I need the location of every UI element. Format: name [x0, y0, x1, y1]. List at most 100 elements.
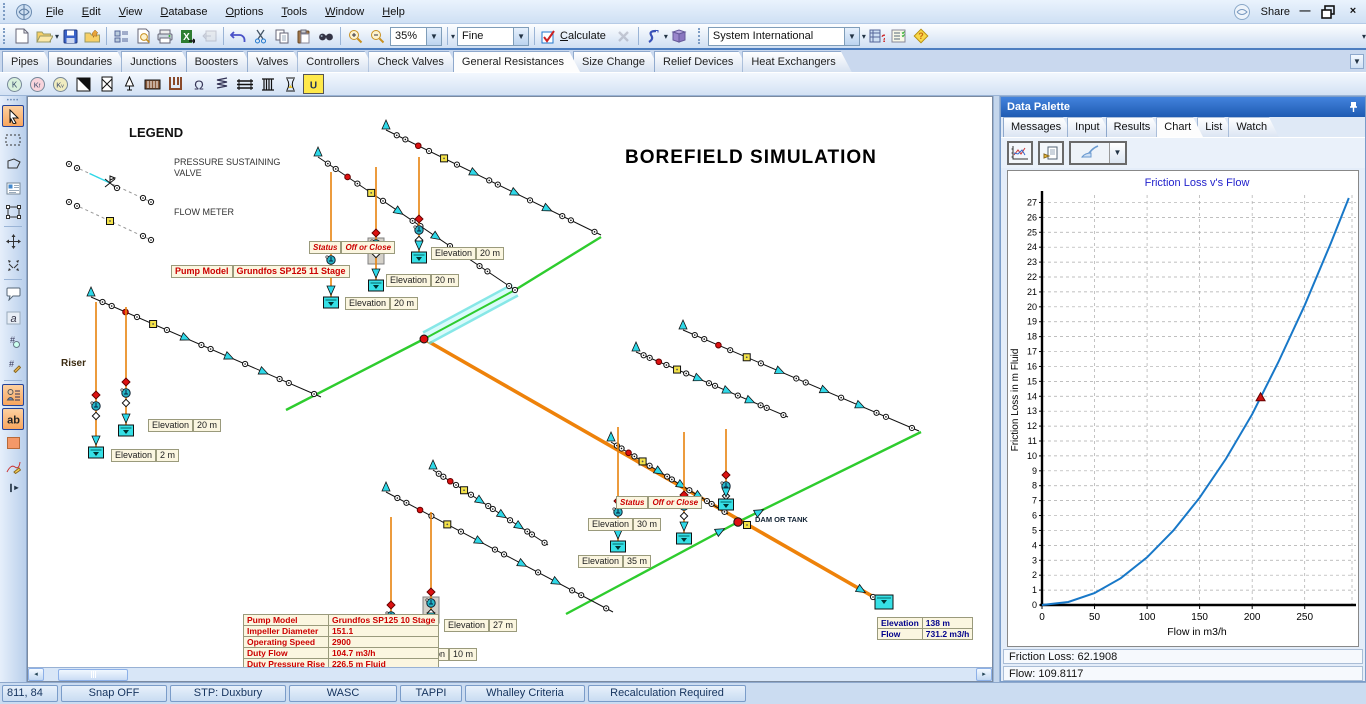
palette-tab-chart[interactable]: Chart — [1156, 117, 1203, 137]
strip-expand-button[interactable]: ❙▸ — [8, 483, 19, 492]
menu-item-window[interactable]: Window — [316, 3, 373, 21]
pin-icon[interactable] — [1348, 101, 1359, 113]
status-cell-6[interactable]: Recalculation Required — [588, 685, 746, 702]
cut-button[interactable] — [249, 26, 271, 47]
menu-item-options[interactable]: Options — [216, 3, 272, 21]
marquee-select-button[interactable] — [2, 129, 24, 151]
panel-splitter[interactable] — [993, 96, 1000, 682]
menu-item-tools[interactable]: Tools — [272, 3, 316, 21]
grill-button[interactable] — [142, 74, 163, 94]
open-file-button[interactable] — [33, 26, 55, 47]
paste-button[interactable] — [293, 26, 315, 47]
tab-overflow-button[interactable]: ▼ — [1350, 54, 1364, 69]
curve-type-dropdown[interactable]: ▼ — [1069, 141, 1127, 165]
close-button[interactable]: × — [1344, 4, 1362, 20]
doc-tab-relief-devices[interactable]: Relief Devices — [654, 51, 749, 72]
status-cell-1[interactable]: Snap OFF — [61, 685, 167, 702]
friction-loss-chart[interactable]: Friction Loss v's Flow012345678910111213… — [1008, 171, 1358, 643]
minimize-button[interactable]: — — [1296, 4, 1314, 20]
doc-tab-valves[interactable]: Valves — [247, 51, 304, 72]
status-cell-5[interactable]: Whalley Criteria — [465, 685, 585, 702]
kv-coefficient-button[interactable]: Kv — [50, 74, 71, 94]
doc-tab-boosters[interactable]: Boosters — [186, 51, 254, 72]
status-cell-4[interactable]: TAPPI — [400, 685, 462, 702]
menu-item-view[interactable]: View — [110, 3, 152, 21]
fixed-resistance-button[interactable] — [96, 74, 117, 94]
toolbar-overflow-caret[interactable]: ▾ — [1362, 32, 1366, 41]
menu-item-help[interactable]: Help — [373, 3, 414, 21]
script-button[interactable] — [642, 26, 664, 47]
copy-button[interactable] — [271, 26, 293, 47]
data-palette-titlebar[interactable]: Data Palette — [1001, 97, 1365, 117]
scroll-thumb[interactable] — [58, 669, 128, 681]
user-resistance-button[interactable]: U — [303, 74, 324, 94]
doc-tab-general-resistances[interactable]: General Resistances — [453, 51, 580, 72]
doc-tab-controllers[interactable]: Controllers — [297, 51, 375, 72]
find-button[interactable] — [315, 26, 337, 47]
share-icon[interactable] — [1233, 3, 1251, 21]
palette-tab-messages[interactable]: Messages — [1003, 117, 1073, 137]
help-diamond-button[interactable]: ? — [910, 26, 932, 47]
move-tool-button[interactable] — [2, 230, 24, 252]
highlight-box-button[interactable] — [2, 432, 24, 454]
pipe-number-button[interactable]: # — [2, 355, 24, 377]
units-combo-caret[interactable]: ▼ — [844, 28, 859, 45]
canvas-horizontal-scrollbar[interactable]: ◂ ▸ — [28, 667, 992, 681]
status-cell-3[interactable]: WASC — [289, 685, 397, 702]
database-book-button[interactable] — [668, 26, 690, 47]
comment-balloon-button[interactable] — [2, 283, 24, 305]
heat-exchanger-tube-button[interactable] — [234, 74, 255, 94]
save-button[interactable] — [59, 26, 81, 47]
options-list-button[interactable] — [888, 26, 910, 47]
zoom-in-button[interactable] — [344, 26, 366, 47]
share-button[interactable]: Share — [1261, 6, 1290, 18]
quality-combo[interactable]: Fine ▼ — [457, 27, 529, 46]
orifice-button[interactable] — [73, 74, 94, 94]
zoom-level-combo[interactable]: 35% ▼ — [390, 27, 442, 46]
doc-tab-heat-exchangers[interactable]: Heat Exchangers — [742, 51, 851, 72]
calc-options-button[interactable]: ? — [866, 26, 888, 47]
omega-resistance-button[interactable]: Ω — [188, 74, 209, 94]
text-tool-button[interactable]: a — [2, 307, 24, 329]
cone-resistance-button[interactable] — [119, 74, 140, 94]
property-list-button[interactable] — [2, 384, 24, 406]
restore-button[interactable] — [1320, 4, 1338, 20]
new-file-button[interactable] — [11, 26, 33, 47]
menu-item-file[interactable]: File — [37, 3, 73, 21]
annotation-button[interactable] — [2, 177, 24, 199]
doc-tab-size-change[interactable]: Size Change — [573, 51, 661, 72]
scale-tool-button[interactable] — [2, 254, 24, 276]
k-coefficient-button[interactable]: K — [4, 74, 25, 94]
curve-type-caret[interactable]: ▼ — [1109, 143, 1125, 163]
quality-combo-caret[interactable]: ▼ — [513, 28, 528, 45]
kf-coefficient-button[interactable]: Kf — [27, 74, 48, 94]
scroll-right-button[interactable]: ▸ — [976, 668, 992, 681]
units-combo[interactable]: System International ▼ — [708, 27, 860, 46]
chart-tool-button[interactable] — [2, 456, 24, 478]
palette-tab-results[interactable]: Results — [1106, 117, 1163, 137]
copy-chart-button[interactable] — [1038, 141, 1064, 165]
node-number-button[interactable]: # — [2, 331, 24, 353]
layout-button[interactable] — [110, 26, 132, 47]
menu-item-database[interactable]: Database — [151, 3, 216, 21]
u-bend-button[interactable] — [165, 74, 186, 94]
lasso-select-button[interactable] — [2, 153, 24, 175]
chart-settings-button[interactable] — [1007, 141, 1033, 165]
status-cell-2[interactable]: STP: Duxbury — [170, 685, 286, 702]
scroll-left-button[interactable]: ◂ — [28, 668, 44, 681]
calculate-button[interactable]: Calculate — [538, 26, 613, 47]
zoom-out-button[interactable] — [366, 26, 388, 47]
palette-tab-watch[interactable]: Watch — [1228, 117, 1279, 137]
undo-button[interactable] — [227, 26, 249, 47]
hourglass-button[interactable] — [280, 74, 301, 94]
doc-tab-boundaries[interactable]: Boundaries — [48, 51, 129, 72]
spring-resistance-button[interactable] — [211, 74, 232, 94]
zoom-combo-caret[interactable]: ▼ — [426, 28, 441, 45]
save-as-button[interactable] — [81, 26, 103, 47]
heat-exchanger-plate-button[interactable] — [257, 74, 278, 94]
export-excel-button[interactable]: X — [176, 26, 198, 47]
print-button[interactable] — [154, 26, 176, 47]
doc-tab-check-valves[interactable]: Check Valves — [368, 51, 459, 72]
palette-tab-input[interactable]: Input — [1067, 117, 1111, 137]
frame-tool-button[interactable] — [2, 201, 24, 223]
